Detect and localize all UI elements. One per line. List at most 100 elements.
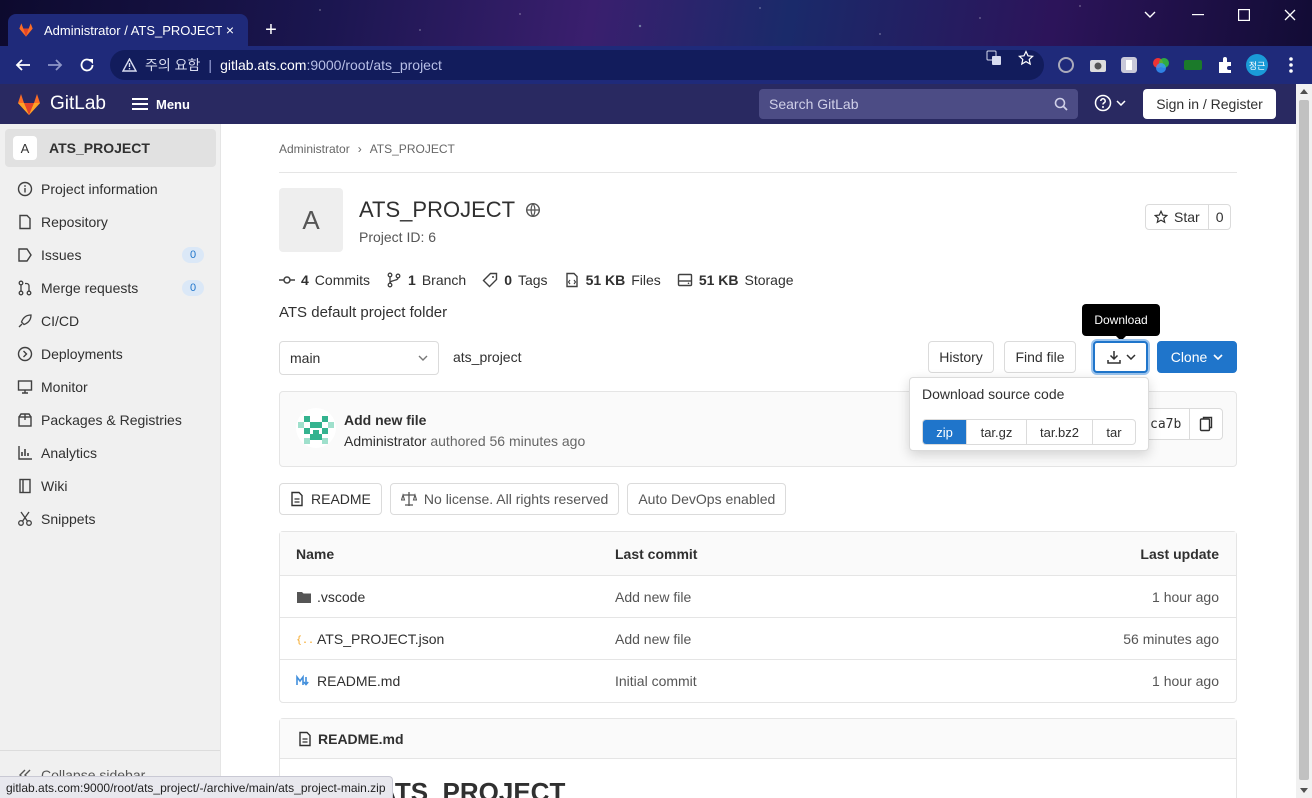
color-wheel-icon[interactable] bbox=[1150, 54, 1172, 76]
sidebar-item-analytics[interactable]: Analytics bbox=[0, 436, 220, 469]
file-name[interactable]: README.md bbox=[317, 673, 400, 689]
sidebar-project-name: ATS_PROJECT bbox=[49, 140, 150, 156]
scroll-down-icon[interactable] bbox=[1300, 788, 1308, 793]
sidebar-item-deployments[interactable]: Deployments bbox=[0, 337, 220, 370]
repo-path[interactable]: ats_project bbox=[453, 349, 521, 365]
browser-tab[interactable]: Administrator / ATS_PROJECT · G × bbox=[8, 14, 248, 46]
minimize-icon[interactable] bbox=[1175, 0, 1221, 30]
auto-devops-button[interactable]: Auto DevOps enabled bbox=[627, 483, 787, 515]
new-tab-button[interactable]: + bbox=[258, 18, 284, 44]
window-close-icon[interactable] bbox=[1267, 0, 1312, 30]
sidebar-item-cicd[interactable]: CI/CD bbox=[0, 304, 220, 337]
stat-tags[interactable]: 0 Tags bbox=[482, 272, 548, 288]
project-sidebar: A ATS_PROJECT Project information Reposi… bbox=[0, 124, 221, 798]
extension-refresh-icon[interactable] bbox=[1055, 54, 1077, 76]
scrollbar-thumb[interactable] bbox=[1299, 100, 1309, 780]
extension-green-icon[interactable] bbox=[1182, 54, 1204, 76]
security-label[interactable]: 주의 요함 bbox=[145, 55, 200, 75]
sidebar-project-header[interactable]: A ATS_PROJECT bbox=[5, 129, 216, 167]
download-tar[interactable]: tar bbox=[1093, 420, 1135, 444]
gitlab-logo-icon[interactable] bbox=[16, 91, 42, 117]
sidebar-nav: Project information Repository Issues 0 … bbox=[0, 172, 220, 535]
globe-icon bbox=[526, 202, 541, 218]
project-badges: README No license. All rights reserved A… bbox=[279, 483, 787, 515]
table-row[interactable]: README.md Initial commit 1 hour ago bbox=[280, 660, 1236, 702]
profile-avatar[interactable]: 정근 bbox=[1246, 54, 1268, 76]
stat-label: Branch bbox=[421, 272, 467, 288]
file-name[interactable]: .vscode bbox=[317, 589, 365, 605]
maximize-icon[interactable] bbox=[1221, 0, 1267, 30]
project-description: ATS default project folder bbox=[279, 304, 448, 321]
star-count[interactable]: 0 bbox=[1209, 209, 1231, 225]
file-updated: 56 minutes ago bbox=[1123, 630, 1219, 647]
download-tooltip: Download bbox=[1082, 304, 1160, 341]
sidebar-item-wiki[interactable]: Wiki bbox=[0, 469, 220, 502]
tab-search-icon[interactable] bbox=[1127, 0, 1173, 30]
bookmark-star-icon[interactable] bbox=[1018, 50, 1034, 66]
extension-hand-icon[interactable] bbox=[1118, 54, 1140, 76]
table-row[interactable]: {..} ATS_PROJECT.json Add new file 56 mi… bbox=[280, 618, 1236, 660]
chevron-down-icon bbox=[418, 355, 428, 361]
readme-button[interactable]: README bbox=[279, 483, 382, 515]
doc-icon bbox=[291, 491, 303, 507]
file-name-cell[interactable]: .vscode bbox=[296, 576, 365, 617]
browser-menu-icon[interactable] bbox=[1280, 54, 1302, 76]
breadcrumb-current[interactable]: ATS_PROJECT bbox=[370, 142, 455, 156]
stat-storage[interactable]: 51 KB Storage bbox=[677, 272, 794, 288]
stat-commits[interactable]: 4 Commits bbox=[279, 272, 370, 288]
sidebar-item-monitor[interactable]: Monitor bbox=[0, 370, 220, 403]
extensions-puzzle-icon[interactable] bbox=[1214, 54, 1236, 76]
stat-value: 51 KB bbox=[698, 272, 739, 288]
download-zip[interactable]: zip bbox=[923, 420, 967, 444]
translate-icon[interactable] bbox=[986, 50, 1002, 66]
sidebar-item-packages-registries[interactable]: Packages & Registries bbox=[0, 403, 220, 436]
scroll-up-icon[interactable] bbox=[1300, 89, 1308, 94]
address-bar[interactable]: 주의 요함 | gitlab.ats.com:9000/root/ats_pro… bbox=[110, 50, 1044, 80]
download-tar-gz[interactable]: tar.gz bbox=[967, 420, 1027, 444]
forward-icon[interactable] bbox=[42, 52, 68, 78]
download-button[interactable] bbox=[1093, 341, 1148, 373]
clone-button[interactable]: Clone bbox=[1157, 341, 1237, 373]
license-button[interactable]: No license. All rights reserved bbox=[389, 483, 620, 515]
history-button[interactable]: History bbox=[928, 341, 994, 373]
sidebar-item-merge-requests[interactable]: Merge requests 0 bbox=[0, 271, 220, 304]
sidebar-item-snippets[interactable]: Snippets bbox=[0, 502, 220, 535]
stat-branch[interactable]: 1 Branch bbox=[386, 272, 466, 288]
file-commit[interactable]: Add new file bbox=[615, 576, 691, 617]
file-commit[interactable]: Initial commit bbox=[615, 660, 697, 702]
find-file-button[interactable]: Find file bbox=[1004, 341, 1076, 373]
close-tab-icon[interactable]: × bbox=[222, 22, 238, 38]
sidebar-item-issues[interactable]: Issues 0 bbox=[0, 238, 220, 271]
table-row[interactable]: .vscode Add new file 1 hour ago bbox=[280, 576, 1236, 618]
sign-in-button[interactable]: Sign in / Register bbox=[1143, 89, 1276, 119]
markdown-icon bbox=[296, 674, 309, 686]
gitlab-brand[interactable]: GitLab bbox=[50, 93, 106, 115]
sidebar-item-repository[interactable]: Repository bbox=[0, 205, 220, 238]
camera-icon[interactable] bbox=[1087, 54, 1109, 76]
search-input[interactable]: Search GitLab bbox=[759, 89, 1078, 119]
file-name[interactable]: ATS_PROJECT.json bbox=[317, 631, 444, 647]
commit-author[interactable]: Administrator bbox=[344, 433, 426, 449]
reload-icon[interactable] bbox=[74, 52, 100, 78]
tag-icon bbox=[482, 272, 498, 288]
stat-value: 4 bbox=[301, 272, 309, 288]
copy-sha-button[interactable] bbox=[1190, 409, 1222, 439]
file-commit[interactable]: Add new file bbox=[615, 618, 691, 659]
branch-selector[interactable]: main bbox=[279, 341, 439, 375]
file-name-cell[interactable]: README.md bbox=[296, 660, 400, 702]
breadcrumb-parent[interactable]: Administrator bbox=[279, 142, 350, 156]
readme-filename[interactable]: README.md bbox=[318, 731, 404, 747]
sidebar-item-project-information[interactable]: Project information bbox=[0, 172, 220, 205]
commit-title[interactable]: Add new file bbox=[344, 412, 426, 428]
vertical-scrollbar[interactable] bbox=[1296, 84, 1312, 798]
menu-button[interactable]: Menu bbox=[131, 97, 190, 112]
star-button[interactable]: Star 0 bbox=[1145, 204, 1232, 230]
file-name-cell[interactable]: {..} ATS_PROJECT.json bbox=[296, 618, 444, 659]
stat-files[interactable]: 51 KB Files bbox=[564, 272, 661, 288]
star-toggle[interactable]: Star bbox=[1146, 205, 1209, 229]
commit-sha[interactable]: ca7b bbox=[1146, 409, 1191, 439]
download-tar-bz2[interactable]: tar.bz2 bbox=[1027, 420, 1093, 444]
back-icon[interactable] bbox=[10, 52, 36, 78]
help-dropdown[interactable] bbox=[1094, 94, 1126, 112]
breadcrumb: Administrator › ATS_PROJECT bbox=[279, 142, 455, 156]
